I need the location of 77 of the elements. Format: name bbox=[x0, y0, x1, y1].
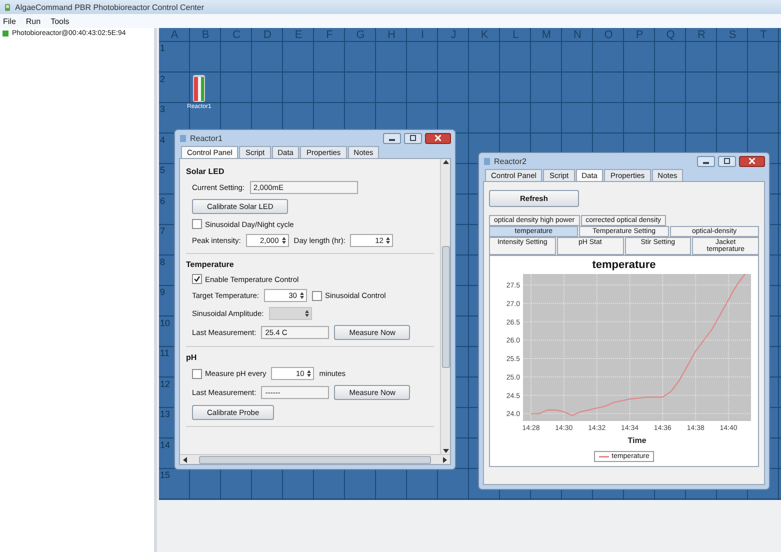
column-header: I bbox=[420, 28, 426, 42]
scroll-thumb[interactable] bbox=[199, 456, 431, 464]
spin-icon bbox=[280, 236, 287, 245]
close-icon bbox=[435, 135, 441, 141]
x-axis-label: Time bbox=[628, 436, 646, 445]
column-header: P bbox=[634, 28, 644, 42]
section-heading: Temperature bbox=[186, 260, 235, 269]
column-header: J bbox=[450, 28, 458, 42]
close-button[interactable] bbox=[739, 156, 765, 166]
menu-item[interactable]: Tools bbox=[50, 16, 70, 26]
horizontal-scrollbar[interactable] bbox=[180, 454, 450, 464]
column-header: F bbox=[325, 28, 334, 42]
reactor-icon bbox=[192, 73, 206, 103]
section-heading: pH bbox=[186, 353, 198, 362]
window-title: Reactor2 bbox=[494, 156, 528, 166]
row-label: 11 bbox=[160, 348, 170, 358]
section-heading: Solar LED bbox=[186, 167, 226, 176]
chart-title: temperature bbox=[592, 259, 656, 271]
column-header: N bbox=[572, 28, 582, 42]
column-header: B bbox=[200, 28, 210, 42]
scroll-thumb[interactable] bbox=[442, 246, 450, 368]
arrow-icon bbox=[182, 456, 188, 462]
maximize-icon bbox=[724, 158, 730, 164]
close-icon bbox=[749, 158, 755, 164]
column-header: G bbox=[355, 28, 366, 42]
spin-icon bbox=[298, 291, 305, 300]
maximize-icon bbox=[410, 135, 416, 141]
spin-icon bbox=[385, 236, 392, 245]
spin-icon bbox=[304, 309, 310, 318]
row-label: 6 bbox=[160, 196, 166, 206]
row-label: 8 bbox=[160, 256, 166, 266]
row-label: 1 bbox=[160, 43, 166, 53]
row-label: 3 bbox=[160, 104, 166, 114]
column-header: M bbox=[540, 28, 552, 42]
column-header: E bbox=[294, 28, 304, 42]
column-header: C bbox=[232, 28, 242, 42]
spin-icon bbox=[306, 369, 312, 378]
row-label: 9 bbox=[160, 287, 166, 297]
check-icon bbox=[194, 276, 200, 282]
row-label: 15 bbox=[160, 470, 170, 480]
column-header: H bbox=[386, 28, 396, 42]
column-header: S bbox=[728, 28, 738, 42]
window-title: AlgaeCommand PBR Photobioreactor Control Center bbox=[15, 2, 204, 12]
window-icon bbox=[483, 156, 491, 166]
column-header: D bbox=[262, 28, 272, 42]
row-label: 5 bbox=[160, 165, 166, 175]
column-header: R bbox=[696, 28, 706, 42]
column-header: O bbox=[603, 28, 614, 42]
app-icon bbox=[3, 2, 12, 12]
arrow-icon bbox=[442, 159, 448, 165]
row-label: 4 bbox=[160, 134, 166, 144]
maximize-button[interactable] bbox=[404, 132, 422, 144]
close-button[interactable] bbox=[425, 132, 451, 144]
row-label: 10 bbox=[160, 318, 170, 328]
row-label: 7 bbox=[160, 226, 166, 236]
checkbox[interactable] bbox=[192, 219, 202, 229]
checkbox[interactable] bbox=[192, 368, 202, 378]
row-label: 14 bbox=[160, 440, 170, 450]
window-icon bbox=[179, 134, 187, 142]
status-icon bbox=[2, 30, 9, 37]
column-header: K bbox=[480, 28, 490, 42]
row-label: 12 bbox=[160, 378, 170, 388]
checkbox[interactable] bbox=[192, 274, 202, 284]
maximize-button[interactable] bbox=[718, 156, 736, 166]
minimize-button[interactable] bbox=[697, 156, 715, 166]
menu-item[interactable]: File bbox=[3, 16, 16, 26]
window-title: Reactor1 bbox=[190, 134, 224, 142]
vertical-scrollbar[interactable] bbox=[440, 159, 450, 454]
column-header: Q bbox=[665, 28, 676, 42]
row-label: 2 bbox=[160, 74, 166, 84]
menu-item[interactable]: Run bbox=[26, 16, 41, 26]
minimize-button[interactable] bbox=[383, 132, 401, 144]
column-header: A bbox=[170, 28, 180, 42]
column-header: T bbox=[759, 28, 768, 42]
row-label: 13 bbox=[160, 409, 170, 419]
column-header: L bbox=[511, 28, 520, 42]
checkbox[interactable] bbox=[312, 290, 322, 300]
